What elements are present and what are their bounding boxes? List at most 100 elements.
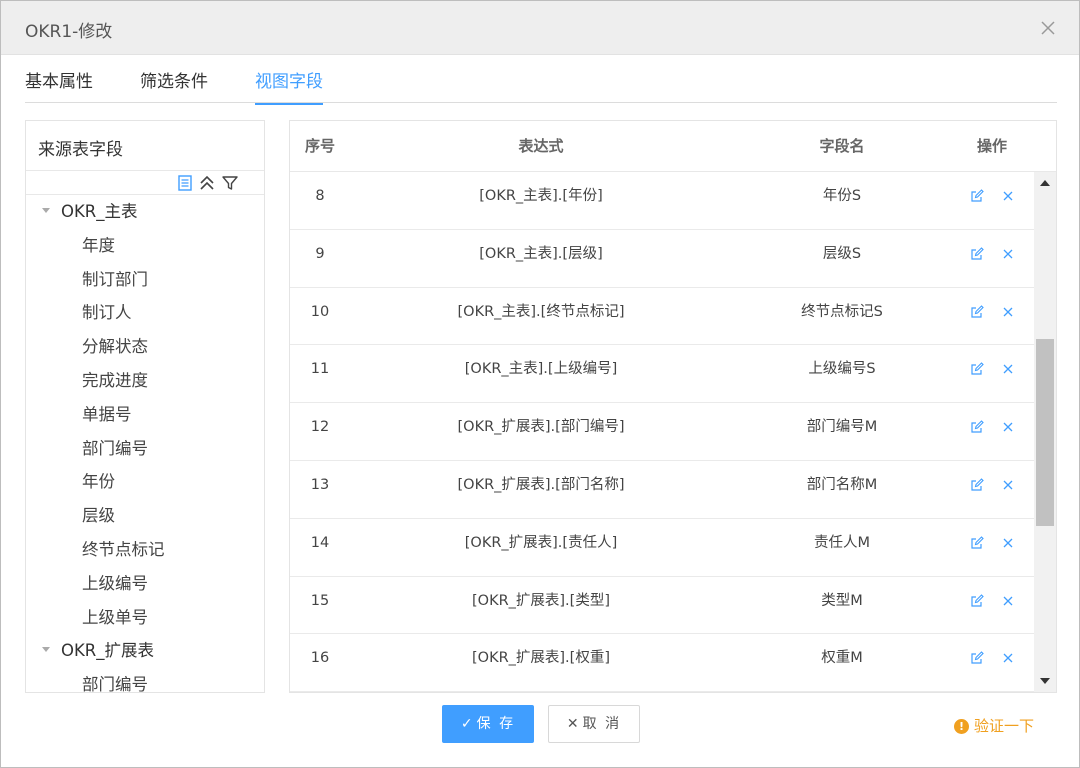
tab-filter-conditions[interactable]: 筛选条件 xyxy=(140,67,208,103)
row-field-name: 权重M xyxy=(821,650,863,667)
table-row: 8 [OKR_主表].[年份] 年份S xyxy=(290,172,1034,230)
tree-leaf[interactable]: 分解状态 xyxy=(26,330,264,364)
cancel-label: 取 消 xyxy=(582,716,622,732)
row-field-name: 部门编号M xyxy=(806,419,878,436)
row-expression: [OKR_扩展表].[权重] xyxy=(472,650,610,667)
save-label: 保 存 xyxy=(476,716,516,732)
edit-icon[interactable] xyxy=(970,478,984,492)
tree-leaf[interactable]: 单据号 xyxy=(26,398,264,432)
row-field-name: 部门名称M xyxy=(806,476,878,493)
tab-view-fields[interactable]: 视图字段 xyxy=(255,67,323,105)
delete-icon[interactable] xyxy=(1001,536,1015,550)
tree-leaf[interactable]: 完成进度 xyxy=(26,364,264,398)
source-fields-panel: 来源表字段 OKR_主表 年度 制订部门 制订人 分解状态 完成进度 单据号 部… xyxy=(25,120,265,693)
table-row: 16 [OKR_扩展表].[权重] 权重M xyxy=(290,634,1034,692)
row-actions xyxy=(950,403,1034,460)
row-field-name: 类型M xyxy=(821,592,863,609)
delete-icon[interactable] xyxy=(1001,594,1015,608)
dialog-title: OKR1-修改 xyxy=(25,22,113,42)
tree-leaf[interactable]: 部门编号 xyxy=(26,432,264,466)
tree-leaf[interactable]: 制订人 xyxy=(26,296,264,330)
tree-leaf[interactable]: 终节点标记 xyxy=(26,533,264,567)
row-actions xyxy=(950,230,1034,287)
tab-bar: 基本属性 筛选条件 视图字段 xyxy=(25,55,1057,105)
save-button[interactable]: ✓ 保 存 xyxy=(442,705,534,743)
row-field-name: 责任人M xyxy=(813,534,870,551)
delete-icon[interactable] xyxy=(1001,478,1015,492)
row-field-name: 层级S xyxy=(822,245,862,262)
caret-down-icon[interactable] xyxy=(42,647,50,653)
view-fields-table: 序号 表达式 字段名 操作 8 [OKR_主表].[年份] 年份S 9 [OKR_主表]… xyxy=(289,120,1057,693)
table-row: 12 [OKR_扩展表].[部门编号] 部门编号M xyxy=(290,403,1034,461)
row-index: 12 xyxy=(310,419,330,436)
tree-toolbar xyxy=(26,171,264,195)
row-index: 8 xyxy=(315,188,325,204)
tree-leaf[interactable]: 年份 xyxy=(26,465,264,499)
delete-icon[interactable] xyxy=(1001,189,1015,203)
row-expression: [OKR_扩展表].[类型] xyxy=(472,592,610,609)
edit-icon[interactable] xyxy=(970,362,984,376)
edit-icon[interactable] xyxy=(970,420,984,434)
tree-leaf[interactable]: 部门编号 xyxy=(26,668,264,692)
table-row: 11 [OKR_主表].[上级编号] 上级编号S xyxy=(290,345,1034,404)
delete-icon[interactable] xyxy=(1001,305,1015,319)
list-icon[interactable] xyxy=(176,174,194,192)
source-fields-title: 来源表字段 xyxy=(26,121,264,171)
verify-link[interactable]: ! 验证一下 xyxy=(954,715,1034,736)
header-field-name: 字段名 xyxy=(819,137,865,155)
tree-leaf[interactable]: 上级编号 xyxy=(26,567,264,601)
vertical-scrollbar[interactable] xyxy=(1034,172,1056,692)
row-index: 11 xyxy=(310,361,330,378)
tree-node-label: OKR_扩展表 xyxy=(61,641,155,661)
row-expression: [OKR_主表].[年份] xyxy=(479,188,603,204)
edit-icon[interactable] xyxy=(970,247,984,261)
cancel-button[interactable]: ✕ 取 消 xyxy=(548,705,640,743)
row-field-name: 上级编号S xyxy=(808,361,876,378)
edit-icon[interactable] xyxy=(970,536,984,550)
row-index: 9 xyxy=(315,245,325,262)
close-icon[interactable] xyxy=(1039,19,1057,37)
dialog-titlebar: OKR1-修改 xyxy=(1,1,1079,55)
row-actions xyxy=(950,172,1034,229)
modify-dialog: OKR1-修改 基本属性 筛选条件 视图字段 来源表字段 OKR_主表 年度 制… xyxy=(0,0,1080,768)
row-expression: [OKR_主表].[上级编号] xyxy=(464,361,618,378)
caret-down-icon[interactable] xyxy=(42,208,50,213)
table-row: 15 [OKR_扩展表].[类型] 类型M xyxy=(290,577,1034,635)
source-fields-tree: OKR_主表 年度 制订部门 制订人 分解状态 完成进度 单据号 部门编号 年份… xyxy=(26,195,264,692)
edit-icon[interactable] xyxy=(970,189,984,203)
filter-icon[interactable] xyxy=(221,174,239,192)
delete-icon[interactable] xyxy=(1001,420,1015,434)
row-field-name: 终节点标记S xyxy=(801,303,883,320)
row-index: 15 xyxy=(310,592,330,609)
tree-group-okr-extension[interactable]: OKR_扩展表 xyxy=(26,634,264,668)
header-index: 序号 xyxy=(304,137,335,155)
row-actions xyxy=(950,577,1034,634)
tab-basic-properties[interactable]: 基本属性 xyxy=(25,67,93,103)
row-field-name: 年份S xyxy=(822,188,862,204)
scrollbar-thumb[interactable] xyxy=(1036,339,1054,526)
table-row: 14 [OKR_扩展表].[责任人] 责任人M xyxy=(290,519,1034,577)
table-row: 9 [OKR_主表].[层级] 层级S xyxy=(290,230,1034,288)
header-expression: 表达式 xyxy=(518,137,564,155)
row-actions xyxy=(950,288,1034,345)
tree-leaf[interactable]: 层级 xyxy=(26,499,264,533)
edit-icon[interactable] xyxy=(970,651,984,665)
scroll-up-arrow-icon[interactable] xyxy=(1034,174,1056,192)
edit-icon[interactable] xyxy=(970,593,984,608)
delete-icon[interactable] xyxy=(1001,362,1015,376)
verify-label: 验证一下 xyxy=(974,717,1035,735)
tree-leaf[interactable]: 年度 xyxy=(26,229,264,263)
tree-leaf[interactable]: 上级单号 xyxy=(26,601,264,635)
scroll-down-arrow-icon[interactable] xyxy=(1034,672,1056,690)
info-icon: ! xyxy=(954,719,969,734)
tree-group-okr-main[interactable]: OKR_主表 xyxy=(26,195,264,229)
row-actions xyxy=(950,519,1034,576)
row-index: 14 xyxy=(310,534,330,551)
tree-leaf[interactable]: 制订部门 xyxy=(26,263,264,297)
delete-icon[interactable] xyxy=(1001,651,1015,665)
edit-icon[interactable] xyxy=(970,304,984,319)
table-row: 10 [OKR_主表].[终节点标记] 终节点标记S xyxy=(290,288,1034,346)
delete-icon[interactable] xyxy=(1001,247,1015,261)
collapse-all-icon[interactable] xyxy=(198,174,216,192)
row-index: 13 xyxy=(310,476,330,493)
